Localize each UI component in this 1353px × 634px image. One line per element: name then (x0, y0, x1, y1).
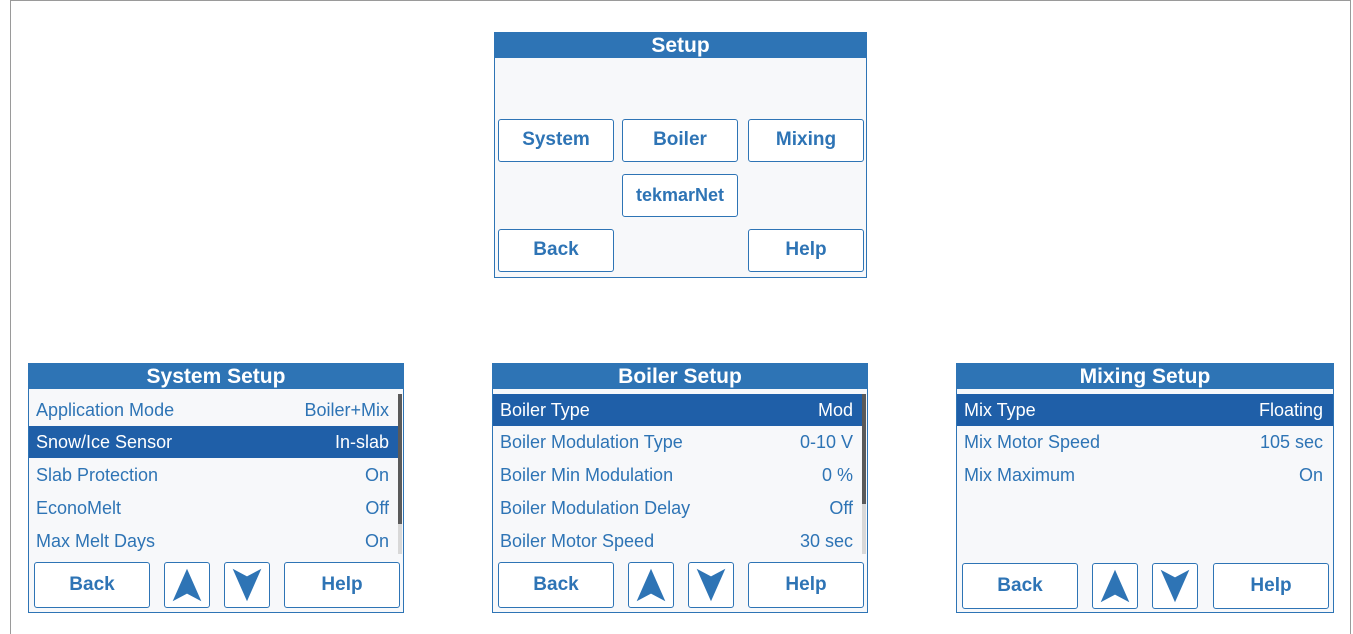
setting-value: On (1298, 465, 1323, 485)
setting-value: On (364, 465, 389, 485)
list-item-selected[interactable]: Snow/Ice Sensor In-slab (29, 426, 399, 458)
tekmarnet-button[interactable]: tekmarNet (622, 174, 738, 217)
setting-value: Mod (817, 400, 853, 420)
help-button[interactable]: Help (284, 562, 400, 608)
boiler-button[interactable]: Boiler (622, 119, 738, 162)
setting-value: 105 sec (1259, 432, 1323, 452)
list-item[interactable]: Boiler Min Modulation 0 % (493, 459, 863, 491)
setting-value: 0-10 V (799, 432, 853, 452)
mixing-setup-title: Mixing Setup (957, 364, 1333, 389)
help-button[interactable]: Help (748, 229, 864, 272)
setting-label: Application Mode (36, 400, 175, 420)
list-item[interactable]: Application Mode Boiler+Mix (29, 394, 399, 426)
arrow-down-icon (232, 568, 262, 602)
setting-label: Slab Protection (36, 465, 159, 485)
setting-label: Boiler Modulation Type (500, 432, 683, 452)
setting-value: 0 % (821, 465, 853, 485)
arrow-down-icon (1160, 569, 1190, 603)
setting-value: Off (829, 498, 853, 518)
arrow-down-icon (696, 568, 726, 602)
setting-label: Boiler Motor Speed (500, 531, 655, 551)
list-item[interactable]: Mix Motor Speed 105 sec (957, 426, 1333, 458)
scroll-down-button[interactable] (688, 562, 734, 608)
scroll-up-button[interactable] (1092, 563, 1138, 609)
help-button[interactable]: Help (1213, 563, 1329, 609)
list-item[interactable]: EconoMelt Off (29, 492, 399, 524)
list-item-selected[interactable]: Boiler Type Mod (493, 394, 863, 426)
scroll-down-button[interactable] (224, 562, 270, 608)
setup-title: Setup (495, 33, 866, 58)
setting-value: 30 sec (799, 531, 853, 551)
setting-label: Boiler Min Modulation (500, 465, 674, 485)
setting-label: EconoMelt (36, 498, 122, 518)
setting-value: In-slab (334, 432, 389, 452)
setting-value: Boiler+Mix (304, 400, 389, 420)
setting-label: Boiler Type (500, 400, 590, 420)
boiler-setup-title: Boiler Setup (493, 364, 867, 389)
system-setup-screen: System Setup Application Mode Boiler+Mix… (28, 363, 404, 613)
mixing-setup-screen: Mixing Setup Mix Type Floating Mix Motor… (956, 363, 1334, 613)
mixing-button[interactable]: Mixing (748, 119, 864, 162)
list-item[interactable]: Boiler Modulation Type 0-10 V (493, 426, 863, 458)
arrow-up-icon (1100, 569, 1130, 603)
back-button[interactable]: Back (498, 562, 614, 608)
back-button[interactable]: Back (962, 563, 1078, 609)
setting-value: On (364, 531, 389, 551)
scroll-up-button[interactable] (628, 562, 674, 608)
list-item-selected[interactable]: Mix Type Floating (957, 394, 1333, 426)
setting-label: Mix Maximum (964, 465, 1075, 485)
setting-label: Boiler Modulation Delay (500, 498, 691, 518)
scrollbar-thumb[interactable] (398, 394, 402, 524)
setup-screen: Setup System Boiler Mixing tekmarNet Bac… (494, 32, 867, 278)
system-button[interactable]: System (498, 119, 614, 162)
list-item[interactable]: Boiler Motor Speed 30 sec (493, 525, 863, 557)
scroll-up-button[interactable] (164, 562, 210, 608)
setting-value: Off (365, 498, 389, 518)
arrow-up-icon (172, 568, 202, 602)
help-button[interactable]: Help (748, 562, 864, 608)
system-setup-title: System Setup (29, 364, 403, 389)
list-item[interactable]: Max Melt Days On (29, 525, 399, 557)
setting-value: Floating (1258, 400, 1323, 420)
list-item[interactable]: Mix Maximum On (957, 459, 1333, 491)
scroll-down-button[interactable] (1152, 563, 1198, 609)
list-item[interactable]: Slab Protection On (29, 459, 399, 491)
back-button[interactable]: Back (498, 229, 614, 272)
setting-label: Snow/Ice Sensor (36, 432, 173, 452)
setting-label: Mix Motor Speed (964, 432, 1101, 452)
scrollbar-thumb[interactable] (862, 394, 866, 504)
boiler-setup-screen: Boiler Setup Boiler Type Mod Boiler Modu… (492, 363, 868, 613)
back-button[interactable]: Back (34, 562, 150, 608)
setting-label: Max Melt Days (36, 531, 156, 551)
list-item[interactable]: Boiler Modulation Delay Off (493, 492, 863, 524)
setting-label: Mix Type (964, 400, 1036, 420)
arrow-up-icon (636, 568, 666, 602)
